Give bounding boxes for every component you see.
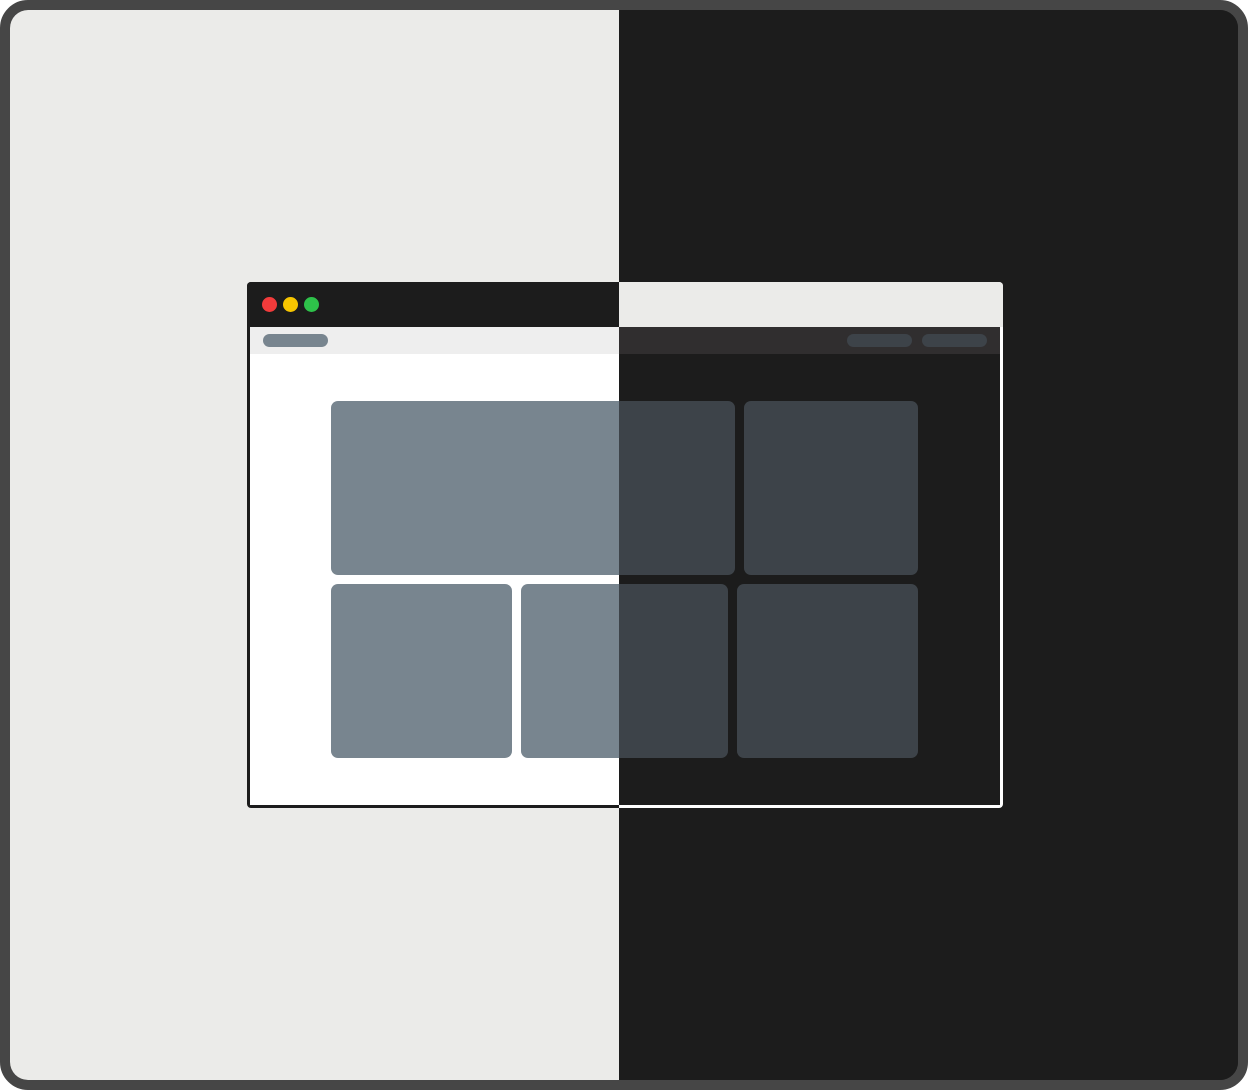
window-titlebar (247, 282, 619, 327)
toolbar-placeholder-pill (922, 334, 987, 347)
browser-window-dark (619, 282, 1003, 808)
window-toolbar (250, 327, 619, 354)
window-content (250, 354, 619, 805)
content-tile (331, 401, 619, 575)
maximize-dot-icon (304, 297, 319, 312)
content-tile (521, 584, 619, 758)
toolbar-placeholder-pill (263, 334, 328, 347)
content-tile (744, 401, 918, 575)
content-tile (619, 401, 735, 575)
content-tile (619, 584, 728, 758)
content-tile (331, 584, 512, 758)
browser-window-light (247, 282, 619, 808)
theme-preview-frame (0, 0, 1248, 1090)
light-theme-preview[interactable] (10, 10, 619, 1080)
dark-theme-preview[interactable] (619, 10, 1238, 1080)
content-tile (737, 584, 918, 758)
close-dot-icon (262, 297, 277, 312)
window-toolbar (619, 327, 1000, 354)
window-content (619, 354, 1000, 805)
window-titlebar (619, 282, 1003, 327)
toolbar-placeholder-pill (847, 334, 912, 347)
minimize-dot-icon (283, 297, 298, 312)
